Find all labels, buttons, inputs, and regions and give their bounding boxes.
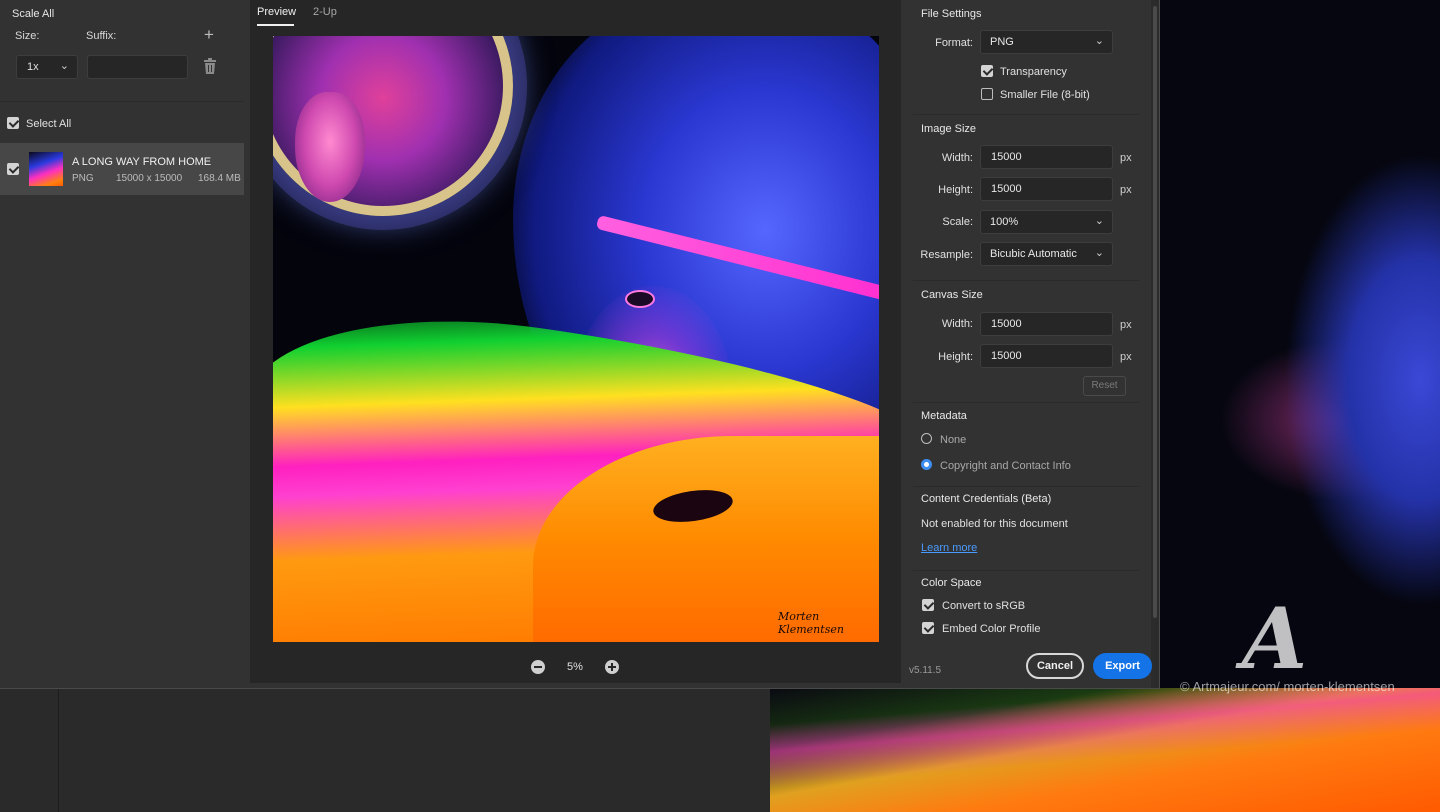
metadata-copyright-label[interactable]: Copyright and Contact Info <box>940 460 1071 472</box>
add-scale-icon[interactable]: + <box>204 25 214 45</box>
resample-value: Bicubic Automatic <box>990 248 1077 260</box>
asset-file-size: 168.4 MB <box>198 173 241 184</box>
background-divider <box>58 688 59 812</box>
asset-format: PNG <box>72 173 94 184</box>
content-credentials-status: Not enabled for this document <box>921 518 1068 530</box>
canvas-height-label: Height: <box>938 351 973 363</box>
smaller-file-checkbox[interactable] <box>981 88 993 100</box>
chevron-down-icon: ⌄ <box>59 60 69 72</box>
convert-srgb-label[interactable]: Convert to sRGB <box>942 600 1025 612</box>
smaller-file-label[interactable]: Smaller File (8-bit) <box>1000 89 1090 101</box>
image-size-title: Image Size <box>921 123 977 135</box>
metadata-copyright-radio[interactable] <box>921 459 932 470</box>
transparency-label[interactable]: Transparency <box>1000 66 1067 78</box>
format-select[interactable]: PNG ⌄ <box>980 30 1113 54</box>
scale-label: Scale: <box>942 216 973 228</box>
image-width-label: Width: <box>941 152 973 164</box>
image-height-label: Height: <box>938 184 973 196</box>
embed-profile-label[interactable]: Embed Color Profile <box>942 623 1040 635</box>
select-all-checkbox[interactable] <box>7 117 19 129</box>
chevron-down-icon: ⌄ <box>1094 247 1104 259</box>
tab-2-up[interactable]: 2-Up <box>313 6 337 18</box>
scale-select[interactable]: 1x ⌄ <box>16 55 78 79</box>
tab-preview[interactable]: Preview <box>257 6 296 18</box>
section-divider <box>913 402 1139 403</box>
background-workspace <box>0 688 770 812</box>
metadata-none-label[interactable]: None <box>940 434 966 446</box>
reset-button[interactable]: Reset <box>1083 376 1126 396</box>
image-height-input[interactable] <box>980 177 1113 201</box>
export-button[interactable]: Export <box>1093 653 1152 679</box>
convert-srgb-checkbox[interactable] <box>922 599 934 611</box>
asset-dimensions: 15000 x 15000 <box>116 173 183 184</box>
content-credentials-title: Content Credentials (Beta) <box>921 493 1052 505</box>
zoom-in-icon[interactable] <box>605 660 619 674</box>
select-all-label[interactable]: Select All <box>26 118 71 130</box>
embed-profile-checkbox[interactable] <box>922 622 934 634</box>
canvas-width-label: Width: <box>941 318 973 330</box>
version-label: v5.11.5 <box>909 665 942 676</box>
canvas-height-unit: px <box>1120 351 1132 363</box>
chevron-down-icon: ⌄ <box>1094 215 1104 227</box>
active-tab-indicator <box>257 24 294 26</box>
watermark-url: © Artmajeur.com/ morten-klementsen <box>1180 679 1395 694</box>
section-divider <box>913 486 1139 487</box>
zoom-out-icon[interactable] <box>531 660 545 674</box>
preview-portrait-face <box>295 92 365 202</box>
asset-name: A LONG WAY FROM HOME <box>72 156 212 168</box>
file-settings-title: File Settings <box>921 8 982 20</box>
section-divider <box>913 114 1139 115</box>
resample-select[interactable]: Bicubic Automatic ⌄ <box>980 242 1113 266</box>
format-select-value: PNG <box>990 36 1014 48</box>
suffix-input[interactable] <box>87 55 188 79</box>
watermark-logo: A <box>1242 589 1308 688</box>
learn-more-link[interactable]: Learn more <box>921 542 977 554</box>
image-width-unit: px <box>1120 152 1132 164</box>
artist-signature: Morten Klementsen <box>778 610 844 636</box>
transparency-checkbox[interactable] <box>981 65 993 77</box>
suffix-label: Suffix: <box>86 30 117 42</box>
canvas-height-input[interactable] <box>980 344 1113 368</box>
section-divider <box>913 280 1139 281</box>
scale-select-value: 1x <box>27 61 39 73</box>
chevron-down-icon: ⌄ <box>1094 35 1104 47</box>
metadata-title: Metadata <box>921 410 967 422</box>
format-label: Format: <box>935 37 973 49</box>
image-width-input[interactable] <box>980 145 1113 169</box>
resample-label: Resample: <box>920 249 973 261</box>
scale-all-title: Scale All <box>12 8 55 20</box>
section-divider <box>913 570 1139 571</box>
canvas-width-input[interactable] <box>980 312 1113 336</box>
canvas-size-title: Canvas Size <box>921 289 983 301</box>
color-space-title: Color Space <box>921 577 982 589</box>
asset-thumbnail <box>29 152 63 186</box>
left-panel-divider <box>0 101 244 102</box>
trash-icon[interactable] <box>203 58 217 74</box>
size-label: Size: <box>15 30 40 42</box>
asset-checkbox[interactable] <box>7 163 19 175</box>
preview-image: Morten Klementsen <box>273 36 879 642</box>
image-height-unit: px <box>1120 184 1132 196</box>
scale-percent-select[interactable]: 100% ⌄ <box>980 210 1113 234</box>
cancel-button[interactable]: Cancel <box>1026 653 1084 679</box>
settings-scrollbar-thumb[interactable] <box>1153 6 1157 618</box>
background-artwork-bottom <box>770 688 1440 812</box>
scale-percent-value: 100% <box>990 216 1019 228</box>
metadata-none-radio[interactable] <box>921 433 932 444</box>
left-panel <box>0 0 244 688</box>
canvas-width-unit: px <box>1120 319 1132 331</box>
preview-eye <box>625 290 655 308</box>
zoom-level: 5% <box>567 661 583 673</box>
